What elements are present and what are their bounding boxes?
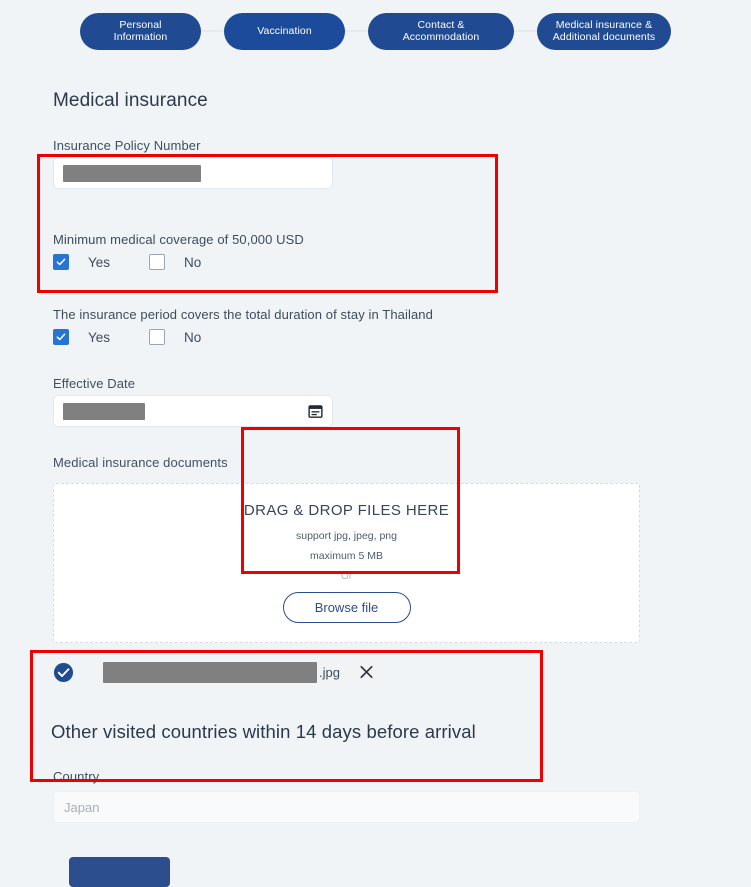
country-label: Country bbox=[53, 769, 100, 784]
redacted-value bbox=[63, 402, 145, 420]
uploaded-file-extension: .jpg bbox=[319, 664, 340, 680]
coverage-q2-yes-label: Yes bbox=[88, 329, 111, 345]
coverage-q1-yes-label: Yes bbox=[88, 254, 111, 270]
dropzone-or-separator: Or bbox=[340, 571, 353, 582]
step-medical-insurance[interactable]: Medical insurance & Additional documents bbox=[537, 12, 671, 50]
step-connector bbox=[514, 30, 537, 32]
coverage-q1-no-label: No bbox=[184, 254, 202, 270]
progress-stepper: Personal Information Vaccination Contact… bbox=[0, 0, 751, 62]
uploaded-file-row: .jpg bbox=[53, 657, 384, 687]
uploaded-file-chip: .jpg bbox=[94, 657, 384, 687]
submit-button[interactable] bbox=[69, 857, 170, 887]
dropzone-max-size: maximum 5 MB bbox=[310, 550, 383, 562]
coverage-question-1-options: Yes No bbox=[53, 254, 201, 270]
step-connector bbox=[201, 30, 224, 32]
coverage-q2-no-label: No bbox=[184, 329, 202, 345]
step-vaccination[interactable]: Vaccination bbox=[224, 12, 345, 50]
medical-insurance-documents-label: Medical insurance documents bbox=[53, 455, 228, 470]
redacted-value bbox=[63, 164, 201, 182]
coverage-q1-no-option[interactable]: No bbox=[149, 254, 201, 270]
checkbox-checked-icon[interactable] bbox=[53, 254, 69, 270]
checkbox-unchecked-icon[interactable] bbox=[149, 329, 165, 345]
checkbox-checked-icon[interactable] bbox=[53, 329, 69, 345]
dropzone-title: DRAG & DROP FILES HERE bbox=[243, 502, 450, 519]
coverage-q1-yes-option[interactable]: Yes bbox=[53, 254, 149, 270]
file-dropzone[interactable]: DRAG & DROP FILES HERE support jpg, jpeg… bbox=[53, 483, 640, 643]
check-circle-icon bbox=[53, 662, 74, 683]
browse-file-button[interactable]: Browse file bbox=[282, 592, 411, 623]
effective-date-input[interactable] bbox=[53, 395, 333, 427]
effective-date-label: Effective Date bbox=[53, 376, 136, 391]
coverage-q2-no-option[interactable]: No bbox=[149, 329, 201, 345]
coverage-q2-yes-option[interactable]: Yes bbox=[53, 329, 149, 345]
coverage-questions-group: Minimum medical coverage of 50,000 USD Y… bbox=[44, 223, 491, 348]
coverage-question-2-label: The insurance period covers the total du… bbox=[53, 307, 433, 322]
country-input[interactable] bbox=[53, 791, 640, 823]
insurance-policy-number-label: Insurance Policy Number bbox=[53, 138, 201, 153]
close-icon[interactable] bbox=[359, 665, 374, 680]
calendar-icon[interactable] bbox=[308, 404, 323, 419]
dropzone-supported-formats: support jpg, jpeg, png bbox=[296, 530, 397, 542]
page-title: Medical insurance bbox=[53, 90, 208, 111]
coverage-question-2-options: Yes No bbox=[53, 329, 201, 345]
insurance-policy-number-input[interactable] bbox=[53, 157, 333, 189]
step-personal-information[interactable]: Personal Information bbox=[80, 12, 201, 50]
checkbox-unchecked-icon[interactable] bbox=[149, 254, 165, 270]
coverage-question-1-label: Minimum medical coverage of 50,000 USD bbox=[53, 232, 304, 247]
step-connector bbox=[345, 30, 368, 32]
step-contact-accommodation[interactable]: Contact & Accommodation bbox=[368, 12, 514, 50]
redacted-filename bbox=[103, 661, 317, 683]
other-visited-countries-title: Other visited countries within 14 days b… bbox=[51, 721, 476, 742]
